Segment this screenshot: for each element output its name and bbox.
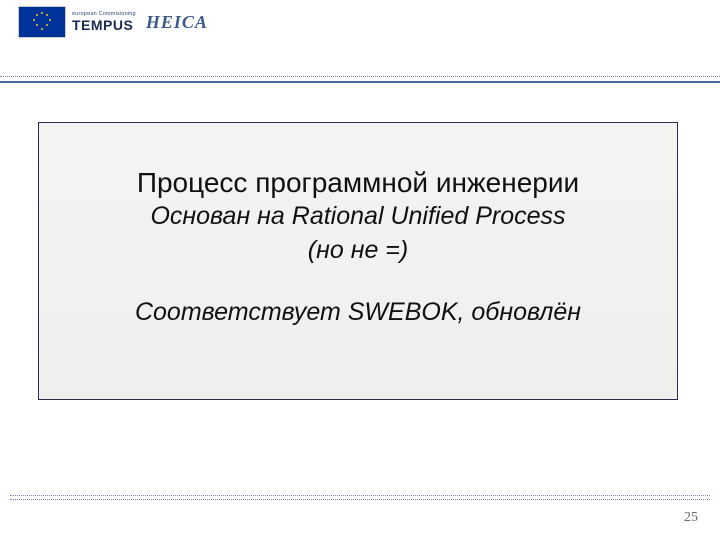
slide-subtitle-3: Соответствует SWEBOK, обновлён	[39, 296, 677, 330]
heica-logo: HEICA	[146, 12, 208, 33]
content-box: Процесс программной инженерии Основан на…	[38, 122, 678, 400]
slide-subtitle-2: (но не =)	[39, 234, 677, 268]
tempus-title: TEMPUS	[72, 18, 136, 32]
slide-header: european Commisioning TEMPUS HEICA	[18, 6, 208, 38]
bottom-divider	[10, 495, 710, 500]
page-number: 25	[684, 510, 698, 526]
slide-subtitle-1: Основан на Rational Unified Process	[39, 200, 677, 234]
top-divider	[0, 76, 720, 83]
eu-flag-icon	[18, 6, 66, 38]
slide-title: Процесс программной инженерии	[39, 165, 677, 200]
tempus-logo: european Commisioning TEMPUS	[72, 12, 136, 33]
